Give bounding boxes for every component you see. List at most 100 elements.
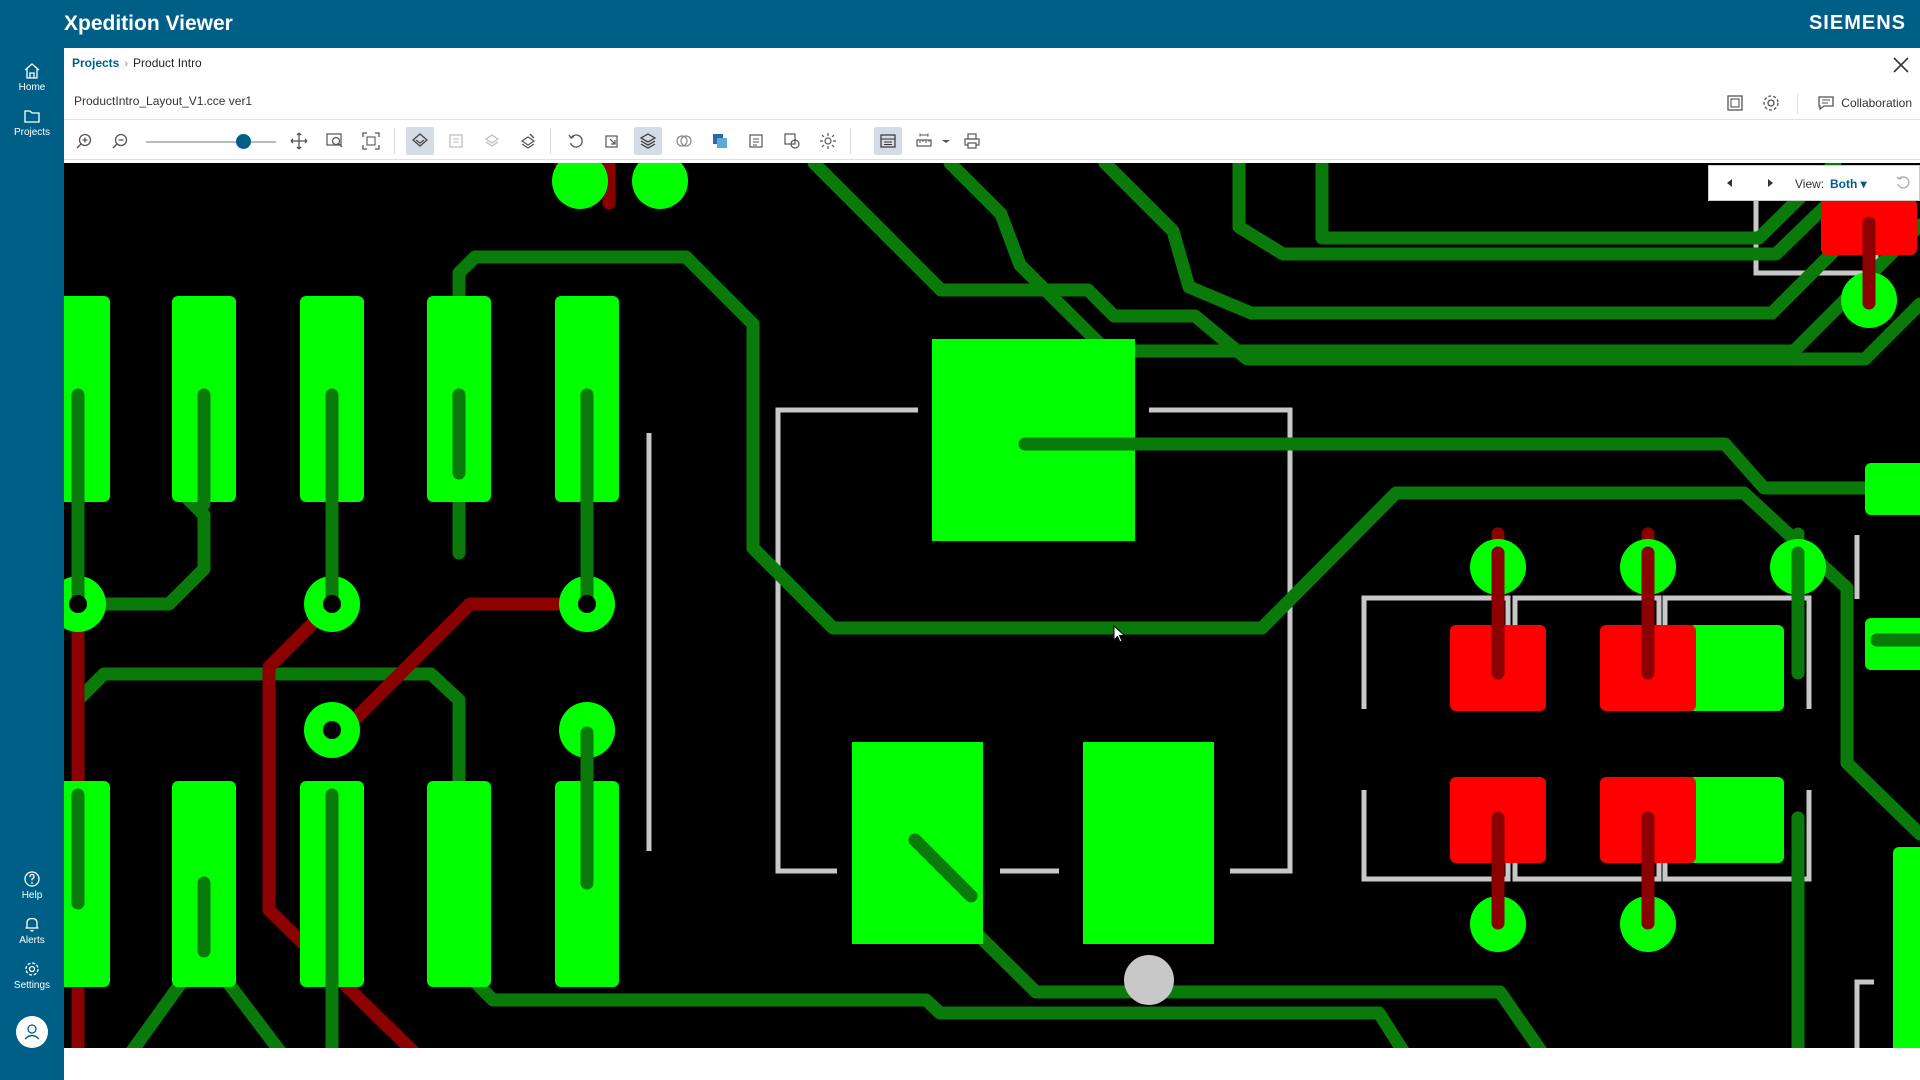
print-button[interactable] (958, 127, 986, 155)
chevron-right-icon: › (124, 58, 129, 70)
zoom-area-button[interactable] (321, 127, 349, 155)
home-icon (24, 63, 40, 79)
main-content: Projects › Product Intro ProductIntro_Layo… (64, 48, 1920, 1080)
sidebar-item-label: Home (18, 82, 46, 93)
user-icon (24, 1024, 40, 1040)
pan-button[interactable] (285, 127, 313, 155)
sidebar-item-home[interactable]: Home (0, 62, 64, 93)
reset-icon (1896, 176, 1910, 189)
toolbar-divider (850, 128, 851, 154)
document-header: ProductIntro_Layout_V1.cce ver1 Collabor… (64, 86, 1920, 120)
sheet-button[interactable] (442, 127, 470, 155)
component-icon (749, 134, 763, 148)
view-dropdown[interactable]: Both ▾ (1830, 177, 1867, 191)
next-view-button[interactable] (1761, 174, 1779, 192)
previous-view-button[interactable] (1721, 174, 1739, 192)
chat-icon (1818, 96, 1834, 111)
brightness-icon (820, 133, 836, 149)
sidebar-item-alerts[interactable]: Alerts (0, 915, 64, 946)
snapshot-icon (1727, 95, 1743, 111)
fit-view-button[interactable] (357, 127, 385, 155)
layers-icon (412, 133, 428, 147)
component-button[interactable] (742, 127, 770, 155)
canvas-bottom-edge (64, 1048, 1920, 1054)
sidebar-item-label: Alerts (19, 935, 45, 946)
zoom-slider-handle[interactable] (236, 134, 251, 149)
toolbar-divider (394, 128, 395, 154)
layer-stack-button[interactable] (478, 127, 506, 155)
document-file-name: ProductIntro_Layout_V1.cce ver1 (74, 94, 253, 108)
avatar[interactable] (16, 1016, 48, 1048)
collaboration-label: Collaboration (1841, 96, 1912, 110)
sheet-icon (449, 134, 463, 148)
chevron-down-icon (942, 140, 950, 143)
title-bar: Xpedition Viewer SIEMENS (0, 0, 1920, 48)
reset-view-button[interactable] (1895, 175, 1911, 191)
rotate-icon (568, 134, 583, 148)
select-button[interactable] (598, 127, 626, 155)
gear-icon (25, 962, 39, 976)
app-title: Xpedition Viewer (64, 12, 233, 35)
layer-edit-icon (520, 133, 536, 149)
layers-button[interactable] (406, 127, 434, 155)
brightness-button[interactable] (814, 127, 842, 155)
sidebar-item-settings[interactable]: Settings (0, 960, 64, 991)
fit-view-icon (362, 132, 380, 150)
breadcrumb-projects-link[interactable]: Projects (72, 56, 119, 70)
display-layers-icon (639, 133, 657, 149)
zoom-in-icon (76, 133, 92, 149)
toolbar-divider (550, 128, 551, 154)
sidebar-item-label: Settings (13, 980, 51, 991)
sidebar-item-label: Projects (13, 127, 51, 138)
net-icon (676, 135, 692, 147)
pan-icon (290, 132, 308, 150)
highlight-icon (784, 133, 800, 149)
measure-icon (916, 133, 932, 147)
properties-icon (880, 134, 896, 148)
gear-icon (1763, 95, 1779, 111)
close-button[interactable] (1890, 54, 1912, 76)
zoom-area-icon (326, 133, 343, 148)
toolbar (64, 122, 1920, 160)
view-label: View: (1795, 177, 1825, 191)
properties-button[interactable] (874, 127, 902, 155)
brand-logo: SIEMENS (1808, 12, 1906, 34)
pcb-layout-drawing (64, 163, 1920, 1054)
collaboration-button[interactable]: Collaboration (1817, 94, 1912, 112)
overlay-button[interactable] (706, 127, 734, 155)
breadcrumb-current: Product Intro (133, 56, 202, 70)
divider (1797, 94, 1798, 114)
folder-icon (24, 110, 40, 123)
measure-dropdown[interactable] (938, 127, 954, 155)
help-icon (24, 871, 40, 887)
breadcrumb: Projects › Product Intro (72, 56, 202, 70)
zoom-slider-track[interactable] (146, 141, 276, 143)
mounting-hole (1124, 955, 1174, 1005)
select-icon (605, 135, 618, 148)
close-icon (1893, 57, 1909, 73)
rotate-button[interactable] (562, 127, 590, 155)
snapshot-button[interactable] (1724, 92, 1746, 114)
chevron-right-icon (1768, 179, 1773, 187)
view-selector-panel: View: Both ▾ (1708, 165, 1920, 201)
layer-edit-button[interactable] (514, 127, 542, 155)
zoom-out-button[interactable] (106, 127, 134, 155)
sidebar-item-help[interactable]: Help (0, 870, 64, 901)
sidebar-item-projects[interactable]: Projects (0, 107, 64, 138)
sidebar: Home Projects Help Alerts Settings (0, 48, 64, 1080)
highlight-button[interactable] (778, 127, 806, 155)
measure-button[interactable] (910, 127, 938, 155)
layer-stack-icon (484, 134, 500, 147)
display-layers-button[interactable] (634, 127, 662, 155)
view-value: Both (1830, 177, 1858, 191)
zoom-in-button[interactable] (70, 127, 98, 155)
pcb-layout-canvas[interactable]: View: Both ▾ (64, 163, 1920, 1054)
mouse-cursor-icon (1113, 625, 1126, 643)
settings-button[interactable] (1760, 92, 1782, 114)
overlay-icon (713, 134, 727, 148)
net-button[interactable] (670, 127, 698, 155)
print-icon (964, 133, 980, 149)
zoom-out-icon (112, 133, 128, 149)
chevron-left-icon (1727, 179, 1732, 187)
sidebar-item-label: Help (21, 890, 43, 901)
